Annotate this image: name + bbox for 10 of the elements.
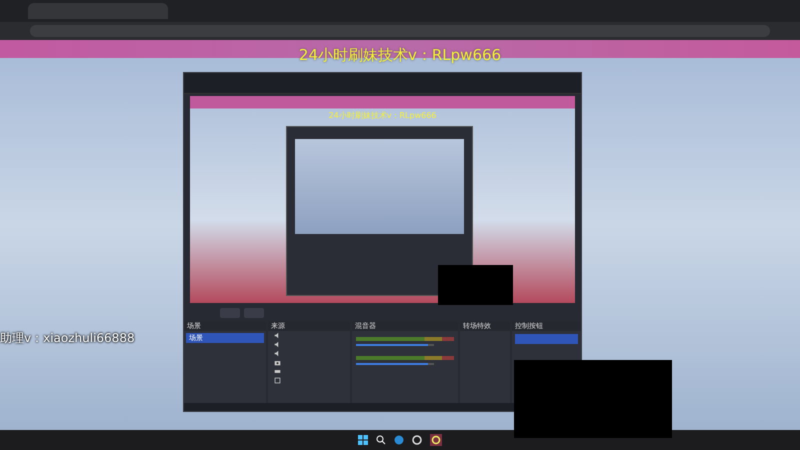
app-icon[interactable]	[412, 435, 422, 445]
browser-icon[interactable]	[394, 435, 404, 445]
search-icon[interactable]	[376, 435, 386, 445]
preview-overlay-text: 24小时刷妹技术v：RLpw666	[328, 110, 438, 121]
window-source-icon	[274, 377, 281, 384]
camera-source-icon	[274, 359, 281, 366]
overlay-text: 助理v：xiaozhuli66888	[0, 330, 135, 347]
obs-icon[interactable]	[430, 434, 442, 446]
control-button[interactable]	[515, 334, 578, 344]
windows-start-icon[interactable]	[358, 435, 368, 445]
